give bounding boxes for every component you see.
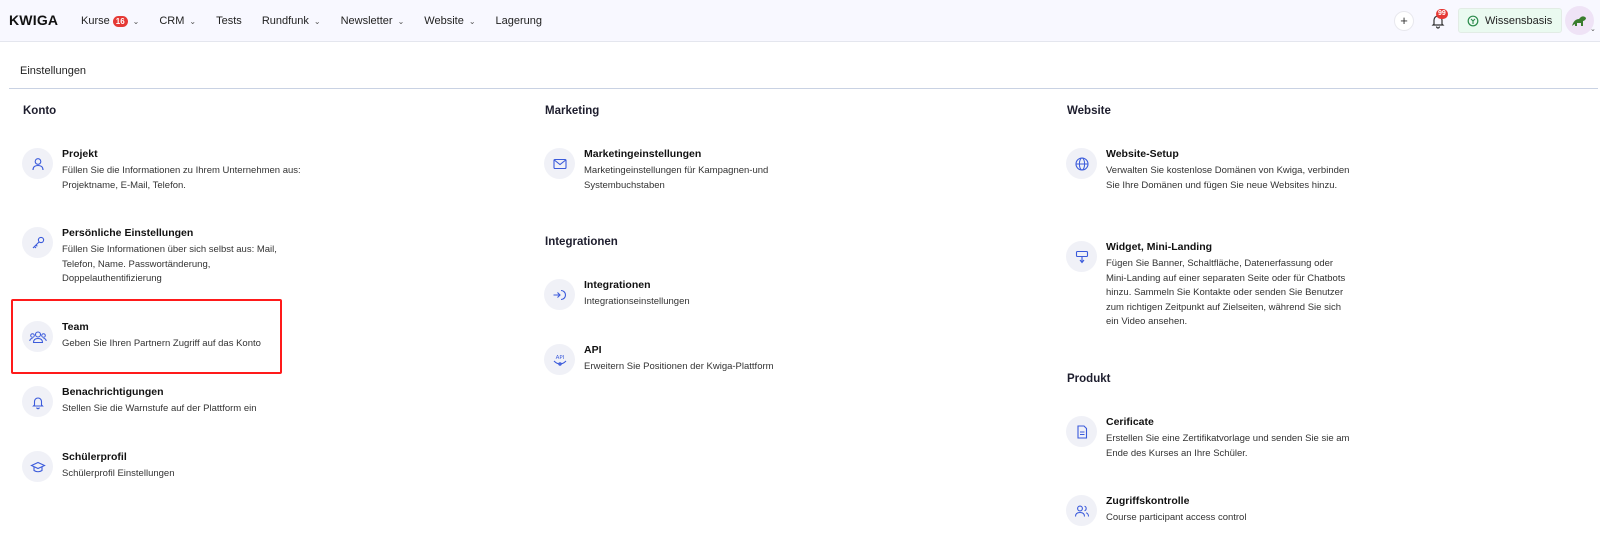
- add-button[interactable]: +: [1394, 11, 1414, 31]
- kwiga-logo[interactable]: KWIGA: [9, 12, 58, 28]
- divider: [9, 88, 1598, 89]
- main-nav: Kurse 16 ⌄ CRM ⌄ Tests Rundfunk ⌄ Newsle…: [81, 0, 562, 42]
- nav-item-kurse[interactable]: Kurse 16 ⌄: [81, 15, 139, 27]
- item-title: Cerificate: [1106, 416, 1154, 428]
- item-title: Website-Setup: [1106, 148, 1179, 160]
- top-bar: KWIGA Kurse 16 ⌄ CRM ⌄ Tests Rundfunk ⌄ …: [0, 0, 1600, 42]
- item-title: Widget, Mini-Landing: [1106, 241, 1213, 253]
- item-title: Persönliche Einstellungen: [62, 227, 194, 239]
- item-description: Erweitern Sie Positionen der Kwiga-Platt…: [584, 361, 774, 372]
- nav-label: Lagerung: [495, 15, 543, 27]
- item-title: Schülerprofil: [62, 451, 127, 463]
- team-icon: [22, 321, 53, 352]
- mail-icon: [544, 148, 575, 179]
- nav-item-rundfunk[interactable]: Rundfunk ⌄: [262, 15, 321, 27]
- chevron-down-icon: ⌄: [132, 16, 140, 26]
- api-icon: API: [544, 344, 575, 375]
- user-icon: [22, 148, 53, 179]
- item-description: Verwalten Sie kostenlose Domänen von Kwi…: [1106, 165, 1350, 191]
- item-description: Schülerprofil Einstellungen: [62, 468, 175, 479]
- item-description: Integrationseinstellungen: [584, 296, 690, 307]
- nav-label: Kurse: [81, 15, 110, 27]
- chevron-down-icon: ⌄: [313, 16, 321, 26]
- item-title: Projekt: [62, 148, 98, 160]
- notification-count-badge: 99: [1436, 9, 1448, 19]
- chevron-down-icon: ⌄: [189, 16, 197, 26]
- item-title: API: [584, 344, 602, 356]
- globe-icon: [1066, 148, 1097, 179]
- section-title-produkt: Produkt: [1067, 373, 1111, 385]
- item-title: Team: [62, 321, 89, 333]
- item-description: Fügen Sie Banner, Schaltfläche, Datenerf…: [1106, 258, 1346, 327]
- nav-item-tests[interactable]: Tests: [216, 15, 242, 27]
- widget-icon: [1066, 241, 1097, 272]
- access-control-icon: [1066, 495, 1097, 526]
- item-title: Integrationen: [584, 279, 651, 291]
- item-description: Erstellen Sie eine Zertifikatvorlage und…: [1106, 433, 1350, 459]
- nav-item-crm[interactable]: CRM ⌄: [159, 15, 196, 27]
- item-description: Füllen Sie Informationen über sich selbs…: [62, 244, 277, 284]
- item-title: Marketingeinstellungen: [584, 148, 702, 160]
- nav-item-website[interactable]: Website ⌄: [424, 15, 475, 27]
- key-icon: [22, 227, 53, 258]
- item-description: Füllen Sie die Informationen zu Ihrem Un…: [62, 165, 301, 191]
- book-icon: [1467, 15, 1479, 26]
- item-description: Geben Sie Ihren Partnern Zugriff auf das…: [62, 338, 261, 349]
- bell-icon: [22, 386, 53, 417]
- item-title: Zugriffskontrolle: [1106, 495, 1190, 507]
- knowledge-base-button[interactable]: Wissensbasis: [1458, 8, 1563, 33]
- graduation-cap-icon: [22, 451, 53, 482]
- nav-label: Tests: [216, 15, 242, 27]
- chevron-down-icon[interactable]: ⌄: [1590, 25, 1596, 33]
- plug-in-icon: [544, 279, 575, 310]
- nav-item-lagerung[interactable]: Lagerung: [496, 15, 543, 27]
- nav-label: Newsletter: [340, 15, 393, 27]
- chevron-down-icon: ⌄: [468, 16, 476, 26]
- certificate-icon: [1066, 416, 1097, 447]
- section-title-integrationen: Integrationen: [545, 236, 618, 248]
- knowledge-base-label: Wissensbasis: [1485, 14, 1553, 27]
- item-description: Stellen Sie die Warnstufe auf der Plattf…: [62, 403, 257, 414]
- api-icon-label: API: [555, 355, 564, 361]
- item-description: Course participant access control: [1106, 512, 1247, 523]
- kurse-count-badge: 16: [112, 15, 128, 27]
- page-title: Einstellungen: [20, 65, 87, 77]
- chevron-down-icon: ⌄: [397, 16, 405, 26]
- item-title: Benachrichtigungen: [62, 386, 164, 398]
- nav-label: Website: [424, 15, 464, 27]
- nav-label: CRM: [159, 15, 185, 27]
- section-title-marketing: Marketing: [545, 105, 600, 117]
- section-title-website: Website: [1067, 105, 1111, 117]
- nav-item-newsletter[interactable]: Newsletter ⌄: [341, 15, 405, 27]
- item-description: Marketingeinstellungen für Kampagnen-und…: [584, 165, 769, 191]
- nav-label: Rundfunk: [261, 15, 309, 27]
- section-title-konto: Konto: [23, 105, 57, 117]
